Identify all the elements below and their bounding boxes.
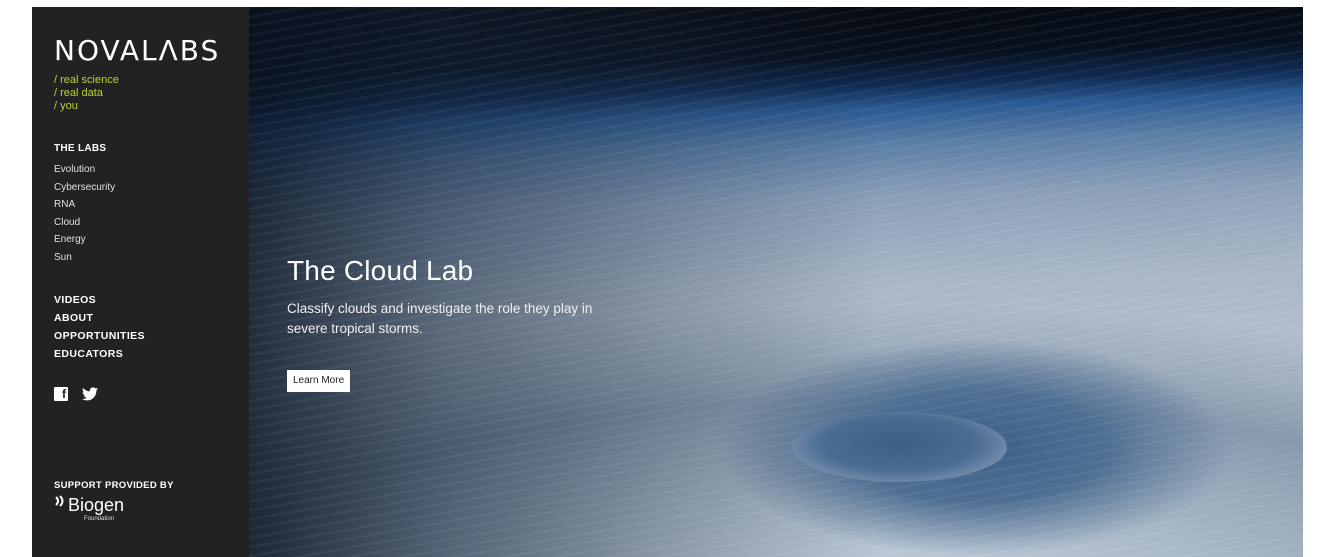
sponsor-logo[interactable]: Biogen Foundation [54,495,124,522]
nav-opportunities[interactable]: OPPORTUNITIES [54,327,145,345]
social-links: f [54,387,98,401]
nav-educators[interactable]: EDUCATORS [54,345,145,363]
learn-more-button[interactable]: Learn More [287,370,351,392]
nav-videos[interactable]: VIDEOS [54,291,145,309]
facebook-icon[interactable]: f [54,387,68,401]
hero-banner: The Cloud Lab Classify clouds and invest… [249,7,1303,557]
lab-link-energy[interactable]: Energy [54,231,115,249]
twitter-icon[interactable] [82,387,98,401]
support-heading: SUPPORT PROVIDED BY [54,480,174,491]
lab-link-cybersecurity[interactable]: Cybersecurity [54,179,115,197]
nav-about[interactable]: ABOUT [54,309,145,327]
sidebar: NOVALΛBS / real science / real data / yo… [32,7,249,557]
hurricane-eye-image [792,412,1007,482]
labs-heading[interactable]: THE LABS [54,143,106,154]
hero-description: Classify clouds and investigate the role… [287,301,593,336]
tagline: / real science / real data / you [54,74,119,113]
lab-link-evolution[interactable]: Evolution [54,161,115,179]
labs-list: Evolution Cybersecurity RNA Cloud Energy… [54,161,115,267]
biogen-mark-icon [55,495,64,507]
tagline-line: / real data [54,87,103,99]
lab-link-cloud[interactable]: Cloud [54,214,115,232]
lab-link-rna[interactable]: RNA [54,196,115,214]
lab-link-sun[interactable]: Sun [54,249,115,267]
hero-content: The Cloud Lab Classify clouds and invest… [287,255,632,339]
page-frame: NOVALΛBS / real science / real data / yo… [32,7,1303,557]
tagline-line: / real science [54,74,119,86]
novalabs-logo[interactable]: NOVALΛBS [54,37,220,65]
sponsor-subtitle: Foundation [84,516,115,522]
main-nav: VIDEOS ABOUT OPPORTUNITIES EDUCATORS [54,291,145,363]
sponsor-name-row: Biogen [54,495,124,515]
hero-title: The Cloud Lab [287,255,474,286]
sponsor-name: Biogen [68,495,125,515]
tagline-line: / you [54,100,78,112]
